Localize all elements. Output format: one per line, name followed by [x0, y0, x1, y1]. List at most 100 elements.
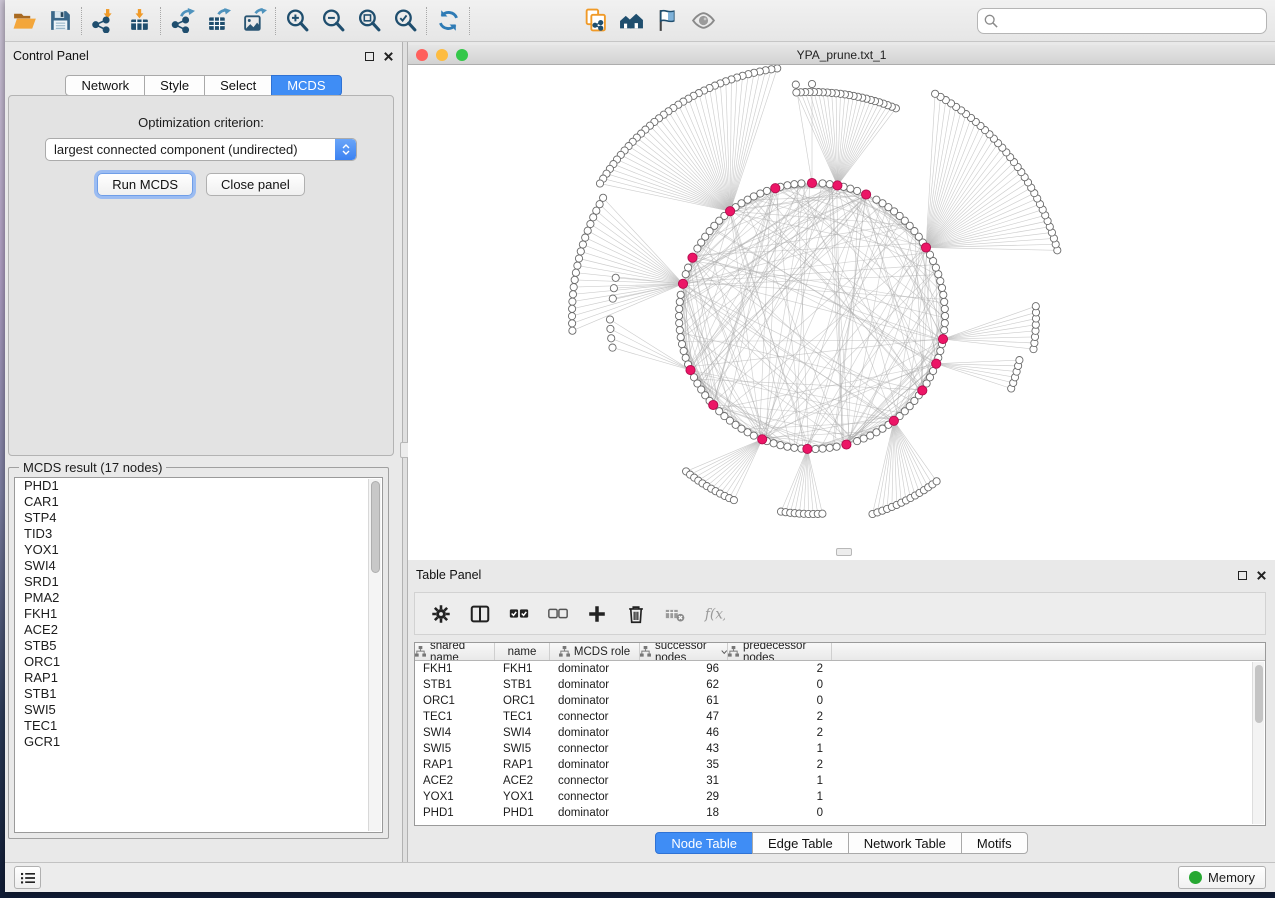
window-maximize-traffic-light[interactable]	[456, 49, 468, 61]
show-hidden-icon[interactable]	[688, 6, 718, 36]
tab-edge-table[interactable]: Edge Table	[752, 832, 849, 854]
node-table[interactable]: shared namenameMCDS rolesuccessor nodesp…	[414, 642, 1266, 826]
refresh-icon[interactable]	[433, 6, 463, 36]
mcds-result-item[interactable]: PMA2	[15, 590, 382, 606]
table-row[interactable]: ORC1ORC1dominator610	[415, 693, 1265, 709]
window-minimize-traffic-light[interactable]	[436, 49, 448, 61]
column-header-successor-nodes[interactable]: successor nodes	[640, 643, 728, 660]
export-network-icon[interactable]	[167, 6, 197, 36]
first-neighbors-icon[interactable]	[616, 6, 646, 36]
mcds-result-item[interactable]: YOX1	[15, 542, 382, 558]
mcds-result-item[interactable]: PHD1	[15, 478, 382, 494]
close-panel-button[interactable]: Close panel	[206, 173, 305, 196]
mcds-result-item[interactable]: CAR1	[15, 494, 382, 510]
close-panel-icon[interactable]	[383, 51, 394, 62]
delete-table-icon[interactable]	[663, 602, 687, 626]
result-list-scroll-thumb[interactable]	[371, 481, 380, 573]
mcds-result-item[interactable]: ORC1	[15, 654, 382, 670]
table-row[interactable]: SWI5SWI5connector431	[415, 741, 1265, 757]
table-settings-icon[interactable]	[429, 602, 453, 626]
table-row[interactable]: RAP1RAP1dominator352	[415, 757, 1265, 773]
task-history-button[interactable]	[14, 866, 41, 889]
table-scroll-thumb[interactable]	[1255, 665, 1263, 723]
table-cell: PHD1	[495, 805, 550, 821]
select-all-columns-icon[interactable]	[507, 602, 531, 626]
search-box[interactable]	[977, 8, 1267, 34]
zoom-out-icon[interactable]	[318, 6, 348, 36]
column-header-predecessor-nodes[interactable]: predecessor nodes	[728, 643, 832, 660]
run-mcds-button[interactable]: Run MCDS	[97, 173, 193, 196]
mcds-result-item[interactable]: STB1	[15, 686, 382, 702]
network-canvas[interactable]	[408, 65, 1275, 560]
table-row[interactable]: YOX1YOX1connector291	[415, 789, 1265, 805]
table-cell: 1	[728, 789, 832, 805]
tab-motifs[interactable]: Motifs	[961, 832, 1028, 854]
tab-mcds[interactable]: MCDS	[271, 75, 341, 96]
toggle-panes-icon[interactable]	[468, 602, 492, 626]
network-window-titlebar[interactable]: YPA_prune.txt_1	[408, 45, 1275, 65]
mcds-result-list[interactable]: PHD1CAR1STP4TID3YOX1SWI4SRD1PMA2FKH1ACE2…	[14, 477, 383, 833]
open-session-icon[interactable]	[9, 6, 39, 36]
function-builder-icon[interactable]: f(x)	[702, 602, 726, 626]
optimization-criterion-label: Optimization criterion:	[9, 115, 393, 130]
tab-style[interactable]: Style	[144, 75, 205, 96]
table-cell: ORC1	[495, 693, 550, 709]
mcds-result-group: MCDS result (17 nodes) PHD1CAR1STP4TID3Y…	[8, 467, 389, 839]
import-network-icon[interactable]	[88, 6, 118, 36]
close-table-panel-icon[interactable]	[1256, 570, 1267, 581]
mcds-result-item[interactable]: SRD1	[15, 574, 382, 590]
save-session-icon[interactable]	[45, 6, 75, 36]
add-column-icon[interactable]	[585, 602, 609, 626]
table-cell: dominator	[550, 805, 640, 821]
horizontal-split-grip[interactable]	[836, 548, 852, 556]
column-header-MCDS-role[interactable]: MCDS role	[550, 643, 640, 660]
export-image-icon[interactable]	[239, 6, 269, 36]
unselect-all-columns-icon[interactable]	[546, 602, 570, 626]
result-list-scrollbar[interactable]	[368, 479, 381, 831]
status-bar: Memory	[5, 862, 1275, 892]
zoom-selected-icon[interactable]	[390, 6, 420, 36]
table-cell: ACE2	[415, 773, 495, 789]
table-row[interactable]: FKH1FKH1dominator962	[415, 661, 1265, 677]
mcds-result-item[interactable]: SWI5	[15, 702, 382, 718]
hide-selected-icon[interactable]	[652, 6, 682, 36]
delete-columns-icon[interactable]	[624, 602, 648, 626]
tab-node-table[interactable]: Node Table	[655, 832, 753, 854]
column-header-shared-name[interactable]: shared name	[415, 643, 495, 660]
mcds-result-item[interactable]: ACE2	[15, 622, 382, 638]
float-table-panel-icon[interactable]	[1238, 571, 1247, 580]
mcds-result-item[interactable]: GCR1	[15, 734, 382, 750]
column-header-name[interactable]: name	[495, 643, 550, 660]
table-row[interactable]: STB1STB1dominator620	[415, 677, 1265, 693]
window-close-traffic-light[interactable]	[416, 49, 428, 61]
tab-select[interactable]: Select	[204, 75, 272, 96]
mcds-result-item[interactable]: SWI4	[15, 558, 382, 574]
table-cell: SWI5	[495, 741, 550, 757]
table-scrollbar[interactable]	[1252, 662, 1264, 824]
mcds-result-item[interactable]: FKH1	[15, 606, 382, 622]
search-input[interactable]	[1002, 14, 1260, 28]
mcds-result-item[interactable]: TEC1	[15, 718, 382, 734]
mcds-result-item[interactable]: TID3	[15, 526, 382, 542]
table-row[interactable]: ACE2ACE2connector311	[415, 773, 1265, 789]
table-cell: 1	[728, 773, 832, 789]
table-row[interactable]: TEC1TEC1connector472	[415, 709, 1265, 725]
zoom-fit-icon[interactable]	[354, 6, 384, 36]
mcds-result-item[interactable]: RAP1	[15, 670, 382, 686]
tab-network[interactable]: Network	[65, 75, 145, 96]
tab-network-table[interactable]: Network Table	[848, 832, 962, 854]
export-table-icon[interactable]	[203, 6, 233, 36]
mcds-result-item[interactable]: STP4	[15, 510, 382, 526]
table-panel-tabs: Node TableEdge TableNetwork TableMotifs	[408, 832, 1275, 854]
import-table-icon[interactable]	[124, 6, 154, 36]
zoom-in-icon[interactable]	[282, 6, 312, 36]
memory-button[interactable]: Memory	[1178, 866, 1266, 889]
table-row[interactable]: PHD1PHD1dominator180	[415, 805, 1265, 821]
float-panel-icon[interactable]	[365, 52, 374, 61]
new-network-from-selection-icon[interactable]	[580, 6, 610, 36]
mcds-tab-content: Optimization criterion: largest connecte…	[8, 95, 394, 456]
criterion-dropdown[interactable]: largest connected component (undirected)	[45, 138, 357, 161]
table-cell: 2	[728, 661, 832, 677]
table-row[interactable]: SWI4SWI4dominator462	[415, 725, 1265, 741]
mcds-result-item[interactable]: STB5	[15, 638, 382, 654]
